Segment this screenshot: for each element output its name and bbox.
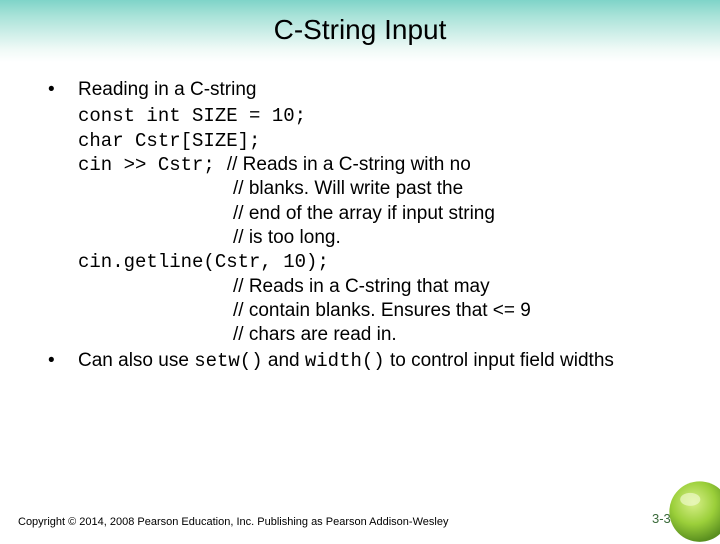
b2-code1: setw() [194, 350, 262, 372]
bullet-2: • Can also use setw() and width() to con… [48, 349, 690, 373]
code-line-1: const int SIZE = 10; [48, 104, 690, 128]
comment-2b: // contain blanks. Ensures that <= 9 [48, 299, 690, 323]
slide-title: C-String Input [0, 14, 720, 46]
comment-1d: // is too long. [48, 226, 690, 250]
comment-1c: // end of the array if input string [48, 202, 690, 226]
code-line-2: char Cstr[SIZE]; [48, 129, 690, 153]
comment-1a: // Reads in a C-string with no [215, 153, 471, 177]
slide-body: • Reading in a C-string const int SIZE =… [48, 78, 690, 376]
bullet-marker: • [48, 78, 78, 102]
code-line-3: cin >> Cstr; [78, 153, 215, 177]
b2-post: to control input field widths [385, 350, 614, 371]
comment-2c: // chars are read in. [48, 323, 690, 347]
bullet-1-text: Reading in a C-string [78, 78, 690, 102]
b2-pre: Can also use [78, 350, 194, 371]
copyright-footer: Copyright © 2014, 2008 Pearson Education… [18, 516, 448, 528]
comment-1b: // blanks. Will write past the [48, 177, 690, 201]
code-line-4: cin.getline(Cstr, 10); [48, 250, 690, 274]
bullet-1: • Reading in a C-string [48, 78, 690, 102]
b2-mid: and [263, 350, 305, 371]
lime-icon [660, 472, 720, 544]
bullet-marker: • [48, 349, 78, 373]
bullet-2-text: Can also use setw() and width() to contr… [78, 349, 690, 373]
code-line-3-row: cin >> Cstr; // Reads in a C-string with… [48, 153, 690, 177]
b2-code2: width() [305, 350, 385, 372]
comment-2a: // Reads in a C-string that may [48, 275, 690, 299]
